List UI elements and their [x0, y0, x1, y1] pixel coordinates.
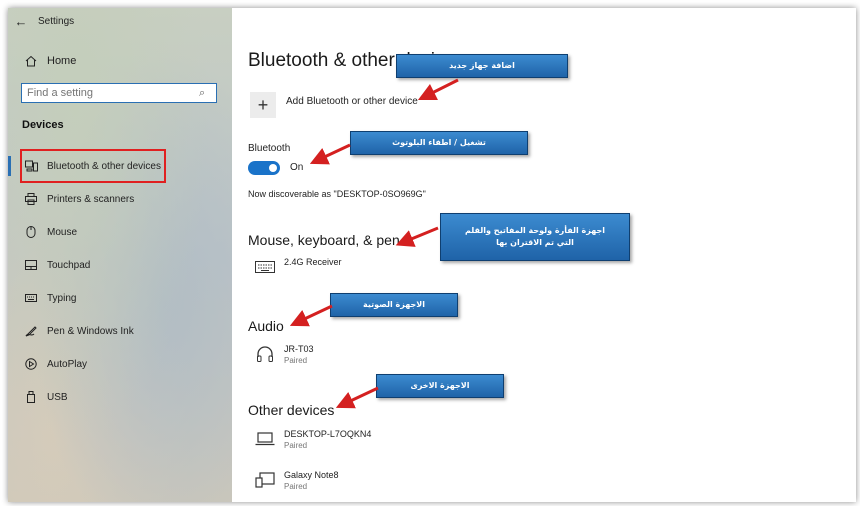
app-title: Settings	[38, 15, 75, 27]
sidebar-item-autoplay[interactable]: AutoPlay	[8, 353, 232, 375]
search-box[interactable]: ⌕	[21, 83, 217, 103]
sidebar-item-printers[interactable]: Printers & scanners	[8, 188, 232, 210]
nav-home-label: Home	[47, 55, 77, 67]
phone-tablet-icon	[254, 470, 276, 490]
device-name: DESKTOP-L7OQKN4	[284, 429, 372, 439]
device-item[interactable]: DESKTOP-L7OQKN4 Paired	[254, 429, 371, 451]
callout-mkp-line1: اجهزة الفأرة ولوحة المفاتيح والقلم	[465, 226, 605, 235]
bluetooth-devices-icon	[24, 159, 38, 173]
sidebar-item-label: Printers & scanners	[47, 193, 135, 205]
sidebar-item-typing[interactable]: Typing	[8, 287, 232, 309]
section-title: Devices	[22, 119, 64, 131]
sidebar-item-pen[interactable]: Pen & Windows Ink	[8, 320, 232, 342]
settings-window: ← Settings Home ⌕ Devices Bluetooth & ot…	[8, 8, 856, 502]
title-bar: ← Settings	[8, 8, 232, 34]
sidebar-item-label: Pen & Windows Ink	[47, 325, 134, 337]
sidebar-item-label: Mouse	[47, 226, 78, 238]
sidebar-item-label: Bluetooth & other devices	[47, 160, 161, 172]
laptop-icon	[254, 429, 276, 449]
sidebar-item-label: Touchpad	[47, 259, 91, 271]
callout-other: الاجهزة الاخرى	[376, 374, 504, 398]
device-item[interactable]: JR-T03 Paired	[254, 344, 314, 366]
touchpad-icon	[24, 258, 38, 272]
device-status: Paired	[284, 356, 308, 365]
sidebar-item-label: AutoPlay	[47, 358, 88, 370]
device-status: Paired	[284, 482, 308, 491]
group-title-other: Other devices	[248, 402, 335, 418]
autoplay-icon	[24, 357, 38, 371]
callout-add-device: اضافة جهاز جديد	[396, 54, 568, 78]
sidebar-item-usb[interactable]: USB	[8, 386, 232, 408]
keyboard-icon	[24, 291, 38, 305]
callout-mkp-line2: التي تم الاقتران بها	[496, 238, 574, 247]
back-arrow-icon[interactable]: ←	[8, 14, 34, 29]
headphones-icon	[254, 344, 276, 364]
callout-toggle: تشغيل / اطفاء البلوتوث	[350, 131, 528, 155]
toggle-knob	[269, 164, 277, 172]
discoverable-text: Now discoverable as "DESKTOP-0SO969G"	[248, 189, 426, 199]
callout-mkp: اجهزة الفأرة ولوحة المفاتيح والقلم التي …	[440, 213, 630, 261]
search-icon[interactable]: ⌕	[199, 87, 205, 100]
usb-icon	[24, 390, 38, 404]
callout-audio: الاجهزة الصوتية	[330, 293, 458, 317]
bluetooth-label: Bluetooth	[248, 143, 291, 154]
sidebar-item-label: USB	[47, 391, 68, 403]
device-name: 2.4G Receiver	[284, 257, 342, 267]
sidebar: ← Settings Home ⌕ Devices Bluetooth & ot…	[8, 8, 232, 502]
plus-icon: +	[257, 94, 269, 115]
add-device-label[interactable]: Add Bluetooth or other device	[286, 96, 418, 107]
device-item[interactable]: Galaxy Note8 Paired	[254, 470, 339, 492]
toggle-state-label: On	[290, 162, 304, 173]
keyboard-icon	[254, 257, 276, 277]
sidebar-item-label: Typing	[47, 292, 77, 304]
sidebar-item-bluetooth[interactable]: Bluetooth & other devices	[8, 155, 232, 177]
device-status: Paired	[284, 441, 308, 450]
search-input[interactable]	[22, 86, 199, 100]
nav-home[interactable]: Home	[24, 54, 76, 68]
bluetooth-toggle[interactable]	[248, 161, 280, 175]
mouse-icon	[24, 225, 38, 239]
sidebar-item-mouse[interactable]: Mouse	[8, 221, 232, 243]
device-item[interactable]: 2.4G Receiver	[254, 257, 342, 277]
group-title-audio: Audio	[248, 318, 284, 334]
device-name: JR-T03	[284, 344, 314, 354]
home-icon	[24, 54, 38, 68]
device-name: Galaxy Note8	[284, 470, 339, 480]
printer-icon	[24, 192, 38, 206]
pen-icon	[24, 324, 38, 338]
add-device-button[interactable]: +	[250, 92, 276, 118]
group-title-mkp: Mouse, keyboard, & pen	[248, 232, 400, 248]
sidebar-item-touchpad[interactable]: Touchpad	[8, 254, 232, 276]
